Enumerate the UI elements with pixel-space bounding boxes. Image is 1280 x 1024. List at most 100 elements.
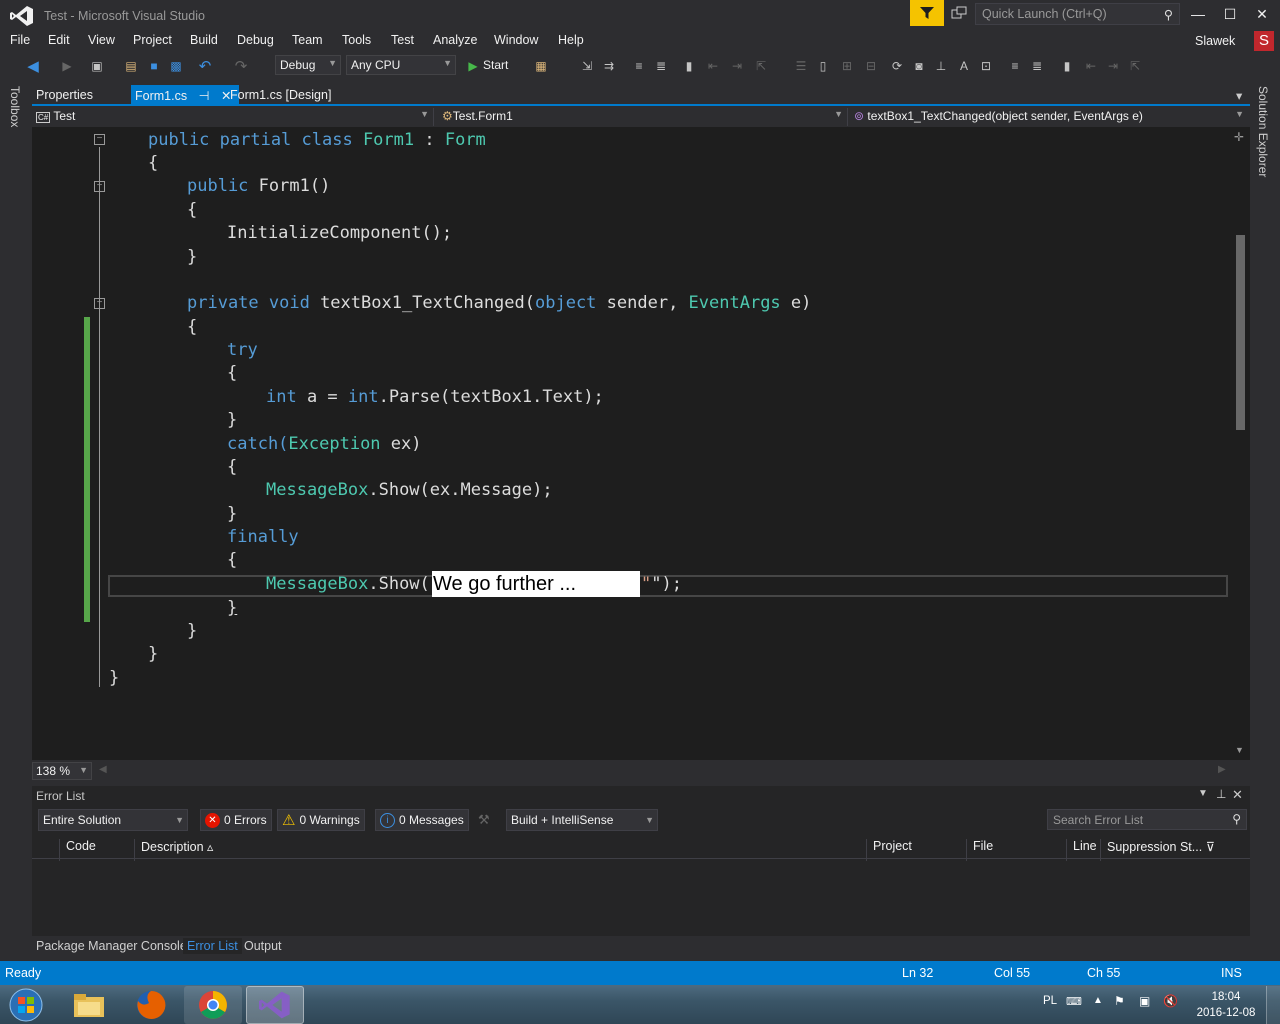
close-panel-icon[interactable]: ✕: [1232, 787, 1243, 803]
configuration-select[interactable]: Debug ▼: [275, 55, 341, 75]
layout-icon[interactable]: ⊡: [977, 57, 995, 75]
uncomment-icon[interactable]: ≣: [1028, 57, 1046, 75]
errors-filter-button[interactable]: ✕ 0 Errors: [200, 809, 272, 831]
menu-build[interactable]: Build: [190, 33, 218, 47]
column-file[interactable]: File: [966, 839, 1068, 861]
project-dropdown[interactable]: C# Test ▼: [32, 108, 434, 126]
pin-icon[interactable]: ⊣: [199, 89, 210, 103]
flag-icon[interactable]: ⚑: [1114, 994, 1125, 1008]
next-bookmark2-icon[interactable]: ⇥: [1104, 57, 1122, 75]
class-dropdown[interactable]: ⚙Test.Form1 ▼: [438, 108, 848, 126]
grid-icon[interactable]: ⊟: [862, 57, 880, 75]
maximize-button[interactable]: ☐: [1214, 0, 1246, 28]
open-file-icon[interactable]: ▤: [122, 57, 140, 75]
step-into-icon[interactable]: ⇲: [578, 57, 596, 75]
zoom-select[interactable]: 138 % ▼: [32, 762, 92, 780]
scroll-right-icon[interactable]: ▶: [1218, 764, 1226, 775]
document-icon[interactable]: ▯: [814, 57, 832, 75]
code-editor[interactable]: − − − public partial class Form1 : Form …: [32, 127, 1250, 760]
fold-toggle-icon[interactable]: −: [94, 298, 105, 309]
browse-icon[interactable]: ▦: [532, 57, 550, 75]
step-over-icon[interactable]: ⇉: [600, 57, 618, 75]
next-bookmark-icon[interactable]: ⇥: [728, 57, 746, 75]
outdent-icon[interactable]: ≡: [630, 57, 648, 75]
save-all-icon[interactable]: ▩: [167, 57, 185, 75]
menu-view[interactable]: View: [88, 33, 115, 47]
scroll-down-icon[interactable]: ▼: [1235, 745, 1244, 755]
menu-file[interactable]: File: [10, 33, 30, 47]
start-button[interactable]: Start: [483, 58, 508, 72]
menu-edit[interactable]: Edit: [48, 33, 70, 47]
tile-icon[interactable]: ⊞: [838, 57, 856, 75]
show-desktop-button[interactable]: [1266, 986, 1280, 1024]
comment-icon[interactable]: ≡: [1006, 57, 1024, 75]
clear-bookmarks-icon[interactable]: ⇱: [752, 57, 770, 75]
messages-filter-button[interactable]: i 0 Messages: [375, 809, 469, 831]
build-filter-select[interactable]: Build + IntelliSense ▼: [506, 809, 658, 831]
filter-funnel-icon[interactable]: ⊽: [1206, 840, 1215, 854]
indent-icon[interactable]: ≣: [652, 57, 670, 75]
prev-bookmark2-icon[interactable]: ⇤: [1082, 57, 1100, 75]
keyboard-icon[interactable]: ⌨: [1066, 995, 1082, 1008]
fold-toggle-icon[interactable]: −: [94, 181, 105, 192]
tab-form1-design[interactable]: Form1.cs [Design]: [226, 85, 335, 105]
pin-panel-icon[interactable]: ⊥: [1216, 787, 1226, 801]
column-suppression[interactable]: Suppression St... ⊽: [1100, 839, 1230, 861]
panel-dropdown-icon[interactable]: ▼: [1198, 788, 1208, 799]
column-code[interactable]: Code: [59, 839, 135, 861]
scrollbar-thumb[interactable]: [1236, 235, 1245, 430]
column-line[interactable]: Line: [1066, 839, 1102, 861]
scroll-left-icon[interactable]: ◀: [99, 764, 107, 775]
refresh-icon[interactable]: ⟳: [888, 57, 906, 75]
volume-muted-icon[interactable]: 🔇: [1163, 994, 1178, 1008]
tab-package-manager-console[interactable]: Package Manager Console: [32, 938, 191, 954]
menu-tools[interactable]: Tools: [342, 33, 371, 47]
scope-select[interactable]: Entire Solution ▼: [38, 809, 188, 831]
user-name[interactable]: Slawek: [1195, 34, 1235, 48]
redo-icon[interactable]: ↷: [232, 57, 250, 75]
back-icon[interactable]: ◀: [24, 57, 42, 75]
notifications-filter-icon[interactable]: [910, 0, 944, 26]
quick-launch-input[interactable]: Quick Launch (Ctrl+Q) ⚲: [975, 3, 1180, 25]
tab-error-list[interactable]: Error List: [183, 938, 242, 954]
solution-explorer-tab[interactable]: Solution Explorer: [1256, 86, 1270, 177]
camera-icon[interactable]: ◙: [910, 57, 928, 75]
menu-test[interactable]: Test: [391, 33, 414, 47]
selected-string-highlight[interactable]: We go further ...: [432, 571, 640, 597]
bookmark2-icon[interactable]: ▮: [1058, 57, 1076, 75]
menu-debug[interactable]: Debug: [237, 33, 274, 47]
bookmark-icon[interactable]: ▮: [680, 57, 698, 75]
platform-select[interactable]: Any CPU ▼: [346, 55, 456, 75]
visual-studio-taskbar-icon[interactable]: [246, 986, 304, 1024]
member-dropdown[interactable]: ⊚ textBox1_TextChanged(object sender, Ev…: [850, 108, 1248, 126]
menu-project[interactable]: Project: [133, 33, 172, 47]
filter-icon[interactable]: ⚒: [478, 812, 490, 828]
undo-icon[interactable]: ↶: [196, 57, 214, 75]
menu-analyze[interactable]: Analyze: [433, 33, 477, 47]
minimize-button[interactable]: —: [1182, 0, 1214, 28]
network-icon[interactable]: ▣: [1139, 994, 1150, 1008]
list-icon[interactable]: ☰: [792, 57, 810, 75]
error-search-input[interactable]: Search Error List ⚲: [1047, 809, 1247, 830]
firefox-icon[interactable]: [122, 986, 180, 1024]
menu-team[interactable]: Team: [292, 33, 323, 47]
split-icon[interactable]: ✛: [1234, 130, 1244, 144]
tab-form1-cs[interactable]: Form1.cs ⊣ ✕: [131, 85, 239, 105]
forward-icon[interactable]: ▶: [58, 57, 76, 75]
start-orb-icon[interactable]: [0, 986, 52, 1024]
close-button[interactable]: ✕: [1246, 0, 1278, 28]
column-project[interactable]: Project: [866, 839, 968, 861]
clear-bookmarks2-icon[interactable]: ⇱: [1126, 57, 1144, 75]
start-icon[interactable]: ▶: [464, 57, 482, 75]
text-icon[interactable]: A: [955, 57, 973, 75]
menu-window[interactable]: Window: [494, 33, 538, 47]
warnings-filter-button[interactable]: ⚠ 0 Warnings: [277, 809, 365, 831]
prev-bookmark-icon[interactable]: ⇤: [704, 57, 722, 75]
tab-output[interactable]: Output: [240, 938, 286, 954]
fold-toggle-icon[interactable]: −: [94, 134, 105, 145]
chrome-icon[interactable]: [184, 986, 242, 1024]
feedback-icon[interactable]: [948, 3, 970, 25]
toolbox-tab[interactable]: Toolbox: [8, 86, 22, 127]
column-description[interactable]: Description ▵: [134, 839, 868, 861]
tab-list-dropdown-icon[interactable]: ▾: [1232, 85, 1246, 105]
